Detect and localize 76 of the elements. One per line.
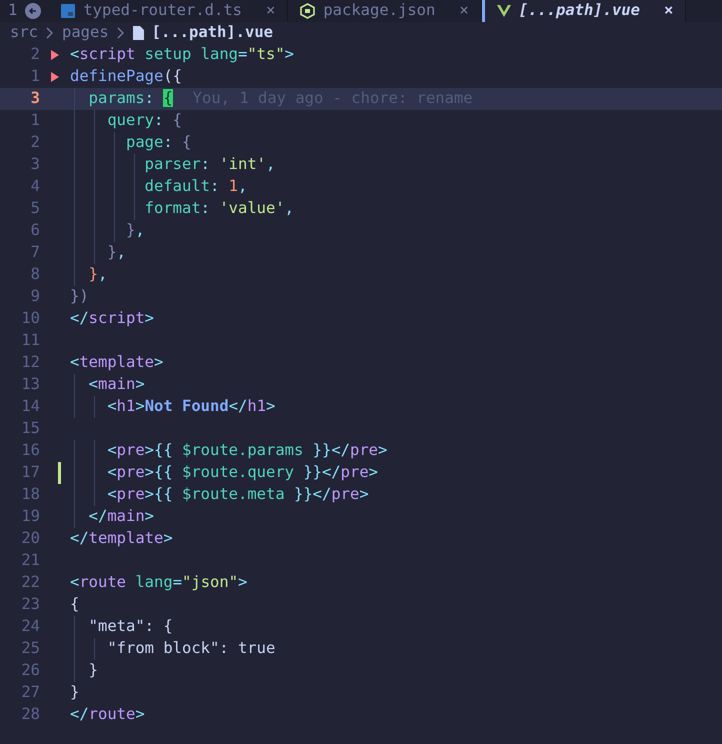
code-line: <pre>{{ $route.query }}</pre> <box>106 462 378 484</box>
line-number: 24 <box>21 616 40 638</box>
line-number: 1 <box>30 66 40 88</box>
line-number: 15 <box>21 418 40 440</box>
code-line: }, <box>124 220 145 242</box>
code-line: <route lang="json"> <box>70 572 248 594</box>
line-number: 5 <box>30 198 40 220</box>
close-button[interactable]: × <box>266 0 276 23</box>
line-number: 1 <box>30 110 40 132</box>
line-number: 2 <box>30 132 40 154</box>
breadcrumb-item[interactable]: pages <box>62 21 109 45</box>
line-number: 7 <box>30 242 40 264</box>
line-number: 9 <box>30 286 40 308</box>
line-number: 26 <box>21 660 40 682</box>
line-number: 12 <box>21 352 40 374</box>
back-icon[interactable] <box>25 3 42 19</box>
code-line: </template> <box>70 528 173 550</box>
code-line: }, <box>88 264 108 286</box>
line-number: 18 <box>21 484 40 506</box>
close-button[interactable]: × <box>664 0 674 23</box>
breadcrumb-item[interactable]: src <box>10 21 38 45</box>
code-line: <h1>Not Found</h1> <box>106 396 276 418</box>
group-number: 1 <box>8 0 18 22</box>
file-icon <box>132 26 144 40</box>
line-number: 6 <box>30 220 40 242</box>
code-line: </main> <box>88 506 154 528</box>
line-number: 23 <box>21 594 40 616</box>
code-line: format: 'value', <box>144 198 294 220</box>
code-line: definePage({ <box>70 66 182 88</box>
line-number: 20 <box>21 528 40 550</box>
hexagon-icon <box>300 3 316 19</box>
line-number: 11 <box>21 330 40 352</box>
code-line: }, <box>106 242 126 264</box>
code-line: <template> <box>70 352 164 374</box>
line-number: 17 <box>21 462 40 484</box>
editor-tab[interactable]: [...path].vue × <box>484 0 686 22</box>
code-line: query: { <box>106 110 182 132</box>
line-number: 10 <box>21 308 40 330</box>
line-number: 14 <box>21 396 40 418</box>
code-line: default: 1, <box>144 176 248 198</box>
line-number: 13 <box>21 374 40 396</box>
line-number: 16 <box>21 440 40 462</box>
fold-icon[interactable] <box>51 72 59 82</box>
line-number: 3 <box>30 88 40 110</box>
chevron-right-icon <box>46 27 54 39</box>
code-line: <pre>{{ $route.meta }}</pre> <box>106 484 369 506</box>
code-line: </script> <box>70 308 154 330</box>
breadcrumb-item[interactable]: [...path].vue <box>152 21 273 45</box>
line-number: 28 <box>21 704 40 726</box>
code-line: <script setup lang="ts"> <box>70 44 294 66</box>
line-number: 27 <box>21 682 40 704</box>
code-line: parser: 'int', <box>144 154 276 176</box>
line-number: 19 <box>21 506 40 528</box>
code-line: <main> <box>88 374 145 396</box>
code-line: "from block": true <box>106 638 276 660</box>
code-line: <pre>{{ $route.params }}</pre> <box>106 440 388 462</box>
vue-logo-icon <box>496 5 511 17</box>
typescript-file-icon <box>61 4 76 18</box>
line-number: 4 <box>30 176 40 198</box>
line-number: 8 <box>30 264 40 286</box>
code-line: "meta": { <box>88 616 173 638</box>
code-line: </route> <box>70 704 145 726</box>
code-line: } <box>88 660 98 682</box>
code-line: page: { <box>124 132 192 154</box>
line-number: 25 <box>21 638 40 660</box>
code-line: } <box>70 682 80 704</box>
close-button[interactable]: × <box>459 0 469 23</box>
code-line: { <box>70 594 80 616</box>
chevron-right-icon <box>116 27 125 39</box>
line-number: 3 <box>30 154 40 176</box>
code-line: }) <box>70 286 89 308</box>
code-line: params: { <box>88 88 173 110</box>
line-number: 22 <box>21 572 40 594</box>
fold-icon[interactable] <box>51 50 59 60</box>
line-number: 21 <box>21 550 40 572</box>
line-number: 2 <box>30 44 40 66</box>
